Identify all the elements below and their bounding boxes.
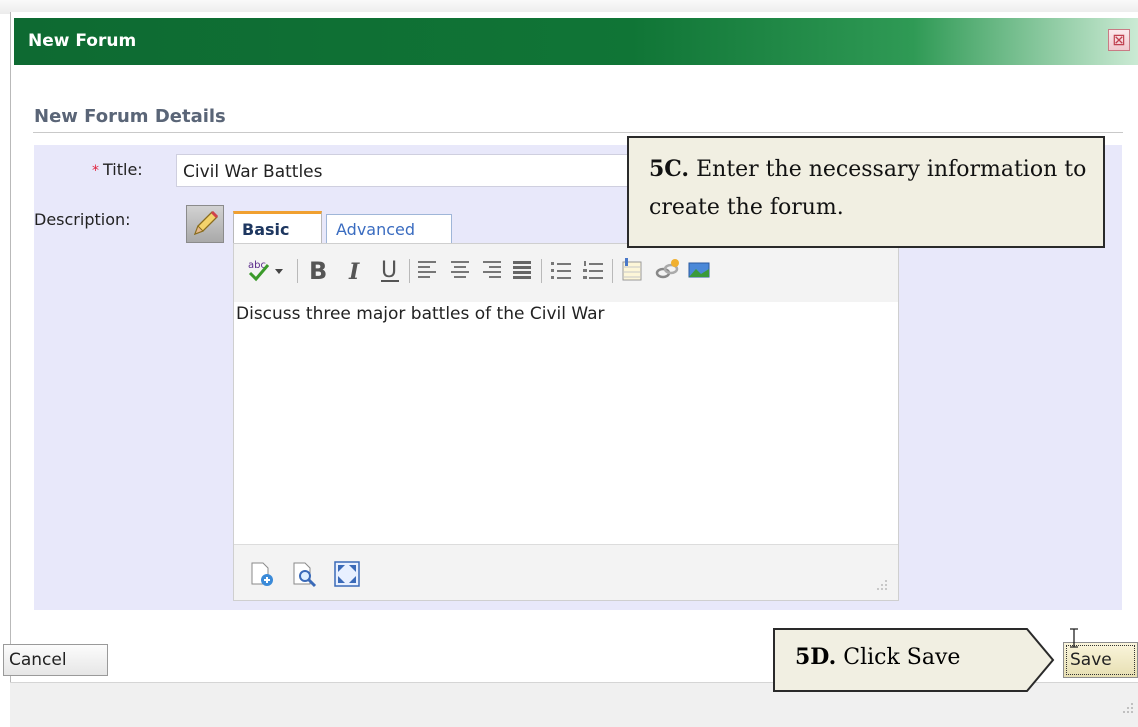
svg-text:I: I — [348, 259, 360, 283]
underline-icon[interactable]: U — [378, 257, 404, 283]
instruction-callout-5c: 5C. Enter the necessary information to c… — [627, 136, 1105, 248]
insert-link-icon[interactable] — [653, 257, 681, 283]
italic-icon[interactable]: I — [345, 257, 365, 283]
justify-icon[interactable] — [511, 257, 533, 283]
callout-5c-text: Enter the necessary information to creat… — [649, 157, 1087, 220]
toolbar-separator — [541, 259, 542, 283]
title-label: * Title: — [92, 160, 143, 179]
text-cursor-icon — [1070, 628, 1078, 648]
callout-5c-number: 5C. — [649, 156, 690, 182]
close-icon[interactable]: ⊠ — [1108, 29, 1130, 51]
bullet-list-icon[interactable] — [549, 257, 573, 283]
toolbar-separator — [409, 259, 410, 283]
dialog-title: New Forum — [28, 31, 137, 51]
svg-text:B: B — [309, 257, 327, 283]
tab-basic[interactable]: Basic — [233, 211, 322, 244]
section-heading: New Forum Details — [34, 106, 226, 127]
toolbar-separator — [297, 259, 298, 283]
svg-text:U: U — [381, 258, 397, 283]
numbered-list-icon[interactable] — [581, 257, 605, 283]
title-input[interactable]: Civil War Battles — [176, 154, 676, 187]
instruction-callout-5d: 5D. Click Save — [773, 628, 1055, 692]
description-label: Description: — [34, 210, 131, 229]
toolbar-separator — [612, 259, 613, 283]
dialog-resize-grip-icon[interactable] — [1118, 700, 1136, 718]
align-left-icon[interactable] — [416, 257, 438, 283]
callout-5d-number: 5D. — [795, 644, 837, 670]
resize-grip-icon[interactable] — [870, 575, 890, 595]
bold-icon[interactable]: B — [305, 257, 331, 283]
fullscreen-icon[interactable] — [333, 560, 361, 588]
insert-image-icon[interactable] — [687, 257, 711, 283]
tab-advanced[interactable]: Advanced — [326, 214, 452, 244]
cancel-button[interactable]: Cancel — [3, 644, 108, 676]
dialog-titlebar: New Forum ⊠ — [14, 18, 1138, 65]
required-marker: * — [92, 163, 99, 179]
align-right-icon[interactable] — [481, 257, 503, 283]
callout-5d-text: Click Save — [836, 645, 961, 670]
title-label-text: Title: — [103, 160, 143, 179]
spellcheck-icon[interactable]: abc — [246, 257, 286, 283]
insert-table-icon[interactable] — [619, 257, 645, 283]
editor-content[interactable]: Discuss three major battles of the Civil… — [236, 304, 605, 324]
align-center-icon[interactable] — [449, 257, 471, 283]
section-divider — [33, 132, 1123, 133]
insert-page-icon[interactable] — [248, 560, 276, 588]
preview-icon[interactable] — [290, 560, 318, 588]
pencil-icon[interactable] — [186, 205, 224, 243]
